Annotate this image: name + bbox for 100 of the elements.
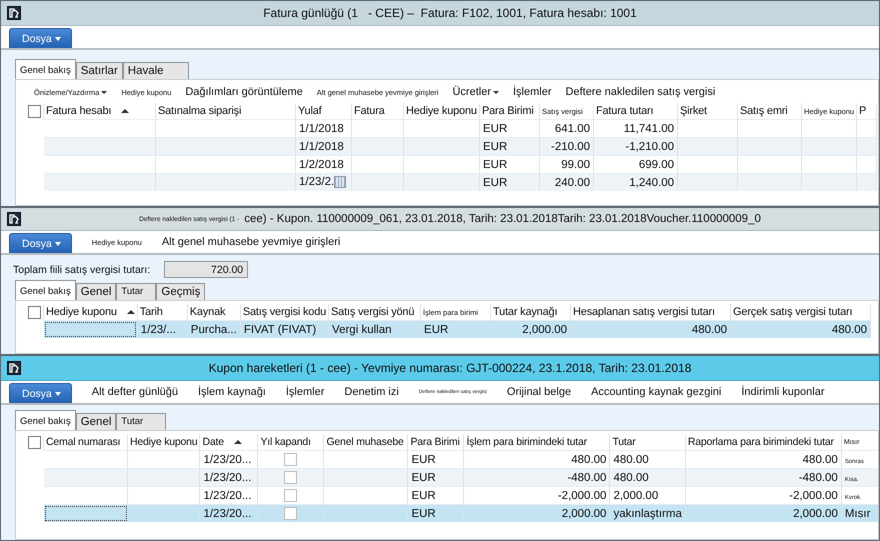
table-row[interactable]: 1/1/2018 EUR 641.00 11,741.00 [26,120,877,138]
column-header[interactable]: Fatura [354,105,385,117]
column-header[interactable]: Satış vergisi yönü [331,306,414,318]
column-header[interactable]: Cemal numarası [46,436,120,448]
checkbox[interactable] [28,436,41,449]
tab[interactable]: Tutar [116,283,156,300]
column-header[interactable]: Hediye kuponu [406,105,477,117]
table-cell: EUR [424,324,448,336]
caret-icon [54,242,61,246]
ribbon-button[interactable]: İşlemler [286,386,324,398]
caret-icon [54,392,61,396]
checkbox[interactable] [284,489,298,502]
column-header[interactable]: Raporlama para birimindeki tutar [688,436,834,448]
ribbon-button[interactable]: Denetim izi [344,386,399,398]
column-header[interactable]: Fatura tutarı [596,105,654,117]
tab[interactable]: Genel bakış [15,59,76,79]
window-title: Kupon hareketleri (1 - cee) - Yevmiye numarası: GJT-000224, 23.1.2018, Tarih: 23.01.2018 [208,361,692,375]
tab[interactable]: Genel bakış [15,410,76,430]
calendar-icon[interactable] [334,176,346,188]
table-cell: EUR [483,158,508,170]
column-header[interactable]: Şirket [680,105,707,117]
table-cell: 1/1/2018 [299,140,344,152]
table-cell: 1/23/20... [203,454,252,466]
table-row[interactable]: 1/23/2. EUR 240.00 1,240.00 [26,174,877,191]
action-button[interactable]: Deftere nakledilen satış vergisi [566,86,716,98]
field-label: Toplam fiili satış vergisi tutarı: [13,264,150,276]
total-field[interactable]: 720.00 [164,261,248,278]
column-header[interactable]: Genel muhasebe [326,436,404,448]
column-header[interactable]: Yulaf [298,105,322,117]
column-header[interactable]: Gerçek satış vergisi tutarı [733,306,852,318]
column-header[interactable]: Para Birimi [410,436,460,448]
table-cell: 1/23/2. [299,176,334,189]
table-row[interactable]: 1/2/2018 EUR 99.00 699.00 [26,156,877,174]
column-header[interactable]: İşlem para birimindeki tutar [466,436,587,448]
column-header[interactable]: Satınalma siparişi [158,105,242,117]
column-header[interactable]: Tutar kaynağı [493,306,558,318]
table-cell: 240.00 [554,176,590,188]
column-header[interactable]: Date [202,436,224,448]
table-cell: EUR [411,454,436,466]
column-header[interactable]: Kaynak [190,306,226,318]
table-cell: EUR [483,140,508,152]
column-header[interactable]: P [859,105,866,117]
tab[interactable]: Satırlar [76,62,123,79]
app-icon [7,361,21,375]
column-header[interactable]: Fatura hesabı [46,105,112,117]
table-cell: 1,240.00 [629,176,674,188]
column-header[interactable]: Tarih [140,306,163,318]
table-cell: Mısır [844,508,870,520]
table-row[interactable]: 1/1/2018 EUR -210.00 -1,210.00 [26,138,877,156]
app-icon [7,212,21,226]
file-menu-button[interactable]: Dosya [9,383,72,403]
window-title: Fatura günlüğü (1 - CEE) – Fatura: F102, 1001, Fatura hesabı: 1001 [263,6,637,20]
ribbon-button[interactable]: İndirimli kuponlar [741,386,824,398]
table-cell: 1/23/20... [203,472,252,484]
table-cell: 1/1/2018 [299,122,344,134]
tab[interactable]: Genel [76,413,116,430]
file-menu-button[interactable]: Dosya [9,233,72,253]
table-row[interactable]: 1/23/20... EUR 2,000.00 yakınlaştırma 2,000.00 Mısır [26,504,878,522]
table-cell: Vergi kullan [332,324,392,336]
table-row[interactable]: 1/23/... Purcha... FIVAT (FIVAT) Vergi kullan EUR 2,000.00 480.00 480.00 [26,320,871,338]
tab[interactable]: Genel [76,283,116,300]
caret-icon [54,36,61,40]
table-cell: 2,000.00 [562,508,606,520]
column-header[interactable]: Satış emri [740,105,788,117]
table-cell: 2,000.00 [613,490,658,502]
checkbox[interactable] [28,104,41,118]
ribbon-button[interactable]: Alt defter günlüğü [92,386,178,398]
column-header[interactable]: Hesaplanan satış vergisi tutarı [573,306,715,318]
action-button[interactable]: Dağılımları görüntüleme [185,86,303,98]
column-header[interactable]: Tutar [612,436,636,448]
table-cell: 1/23/... [140,324,176,336]
ribbon-button[interactable]: Alt genel muhasebe yevmiye girişleri [162,236,340,248]
table-cell: -480.00 [798,472,838,484]
action-button[interactable]: Ücretler [452,86,499,98]
checkbox[interactable] [284,471,298,484]
column-header[interactable]: Yıl kapandı [260,436,311,448]
column-header[interactable]: Hediye kuponu [130,436,198,448]
tab[interactable]: Havale [122,62,189,79]
table-cell: -2,000.00 [789,490,838,502]
action-button[interactable]: İşlemler [513,86,552,98]
tab[interactable]: Tutar [116,413,166,430]
table-cell: 2,000.00 [522,324,568,336]
ribbon-button[interactable]: Accounting kaynak gezgini [591,386,722,398]
ribbon-button[interactable]: Orijinal belge [506,386,572,398]
column-header[interactable]: Hediye kuponu [46,306,117,318]
tab[interactable]: Geçmiş [156,283,206,300]
checkbox[interactable] [28,306,41,319]
checkbox[interactable] [284,507,298,520]
ribbon-button[interactable]: İşlem kaynağı [198,386,266,398]
table-cell: 480.00 [832,324,868,336]
column-header[interactable]: Para Birimi [482,105,534,117]
table-cell: 480.00 [571,454,606,466]
table-cell: 480.00 [613,472,649,484]
column-header[interactable]: Satış vergisi kodu [242,306,326,318]
table-cell: 480.00 [613,454,649,466]
file-menu-button[interactable]: Dosya [9,28,72,48]
table-cell: 2,000.00 [793,508,838,520]
tab[interactable]: Genel bakış [15,280,76,300]
table-cell: 480.00 [802,454,838,466]
checkbox[interactable] [284,453,298,466]
